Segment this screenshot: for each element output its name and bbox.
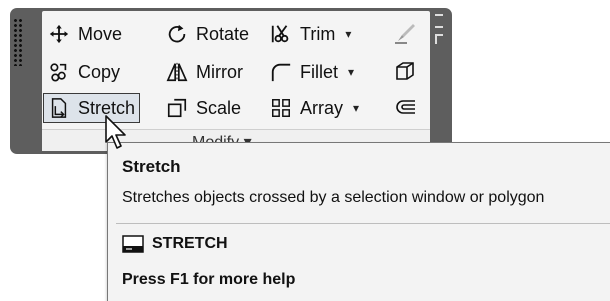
scale-button[interactable]: Scale: [164, 93, 241, 123]
panel-return-icon: [435, 34, 443, 44]
fillet-label: Fillet: [300, 61, 339, 82]
fillet-dropdown-caret[interactable]: ▾: [348, 65, 354, 79]
offset-icon: [396, 100, 415, 114]
tooltip-help-text: Press F1 for more help: [122, 271, 296, 288]
trim-icon: [268, 21, 294, 47]
copy-icon: [46, 59, 72, 85]
copy-label: Copy: [78, 61, 121, 82]
trim-dropdown-caret[interactable]: ▾: [345, 27, 351, 41]
scale-icon: [164, 95, 190, 121]
mirror-button[interactable]: Mirror: [164, 57, 243, 87]
panel-side-controls[interactable]: [433, 14, 445, 44]
tooltip-command: STRETCH: [122, 235, 228, 253]
mirror-label: Mirror: [196, 61, 243, 82]
erase-tool[interactable]: [390, 21, 420, 45]
tooltip-description: Stretches objects crossed by a selection…: [122, 189, 545, 206]
tooltip-divider: [116, 223, 610, 224]
explode-tool[interactable]: [390, 59, 420, 83]
array-button[interactable]: Array ▾: [268, 93, 359, 123]
mouse-pointer-icon: [105, 115, 126, 149]
tooltip-title: Stretch: [122, 157, 181, 176]
explode-icon: [396, 62, 414, 80]
fillet-icon: [268, 59, 294, 85]
move-icon: [46, 21, 72, 47]
array-dropdown-caret[interactable]: ▾: [353, 101, 359, 115]
tooltip-command-name: STRETCH: [152, 235, 228, 252]
command-line-icon: [122, 235, 144, 253]
panel-pin-icon: [435, 14, 443, 28]
stretch-tooltip: Stretch Stretches objects crossed by a s…: [107, 142, 610, 301]
rotate-icon: [164, 21, 190, 47]
mirror-icon: [164, 59, 190, 85]
array-icon: [268, 95, 294, 121]
panel-grip-handle[interactable]: [13, 18, 24, 66]
trim-label: Trim: [300, 23, 336, 44]
modify-ribbon-panel: Move Rotate Trim ▾ Copy Mirror Fillet ▾ …: [10, 8, 452, 154]
copy-button[interactable]: Copy: [46, 57, 120, 87]
rotate-button[interactable]: Rotate: [164, 19, 249, 49]
trim-button[interactable]: Trim ▾: [268, 19, 351, 49]
rotate-label: Rotate: [196, 23, 250, 44]
erase-icon: [395, 24, 415, 44]
fillet-button[interactable]: Fillet ▾: [268, 57, 354, 87]
stretch-icon: [46, 95, 72, 121]
offset-tool[interactable]: [390, 95, 420, 119]
modify-tools-area: Move Rotate Trim ▾ Copy Mirror Fillet ▾ …: [42, 11, 430, 151]
scale-label: Scale: [196, 97, 242, 118]
array-label: Array: [300, 97, 344, 118]
move-button[interactable]: Move: [46, 19, 122, 49]
move-label: Move: [78, 23, 123, 44]
